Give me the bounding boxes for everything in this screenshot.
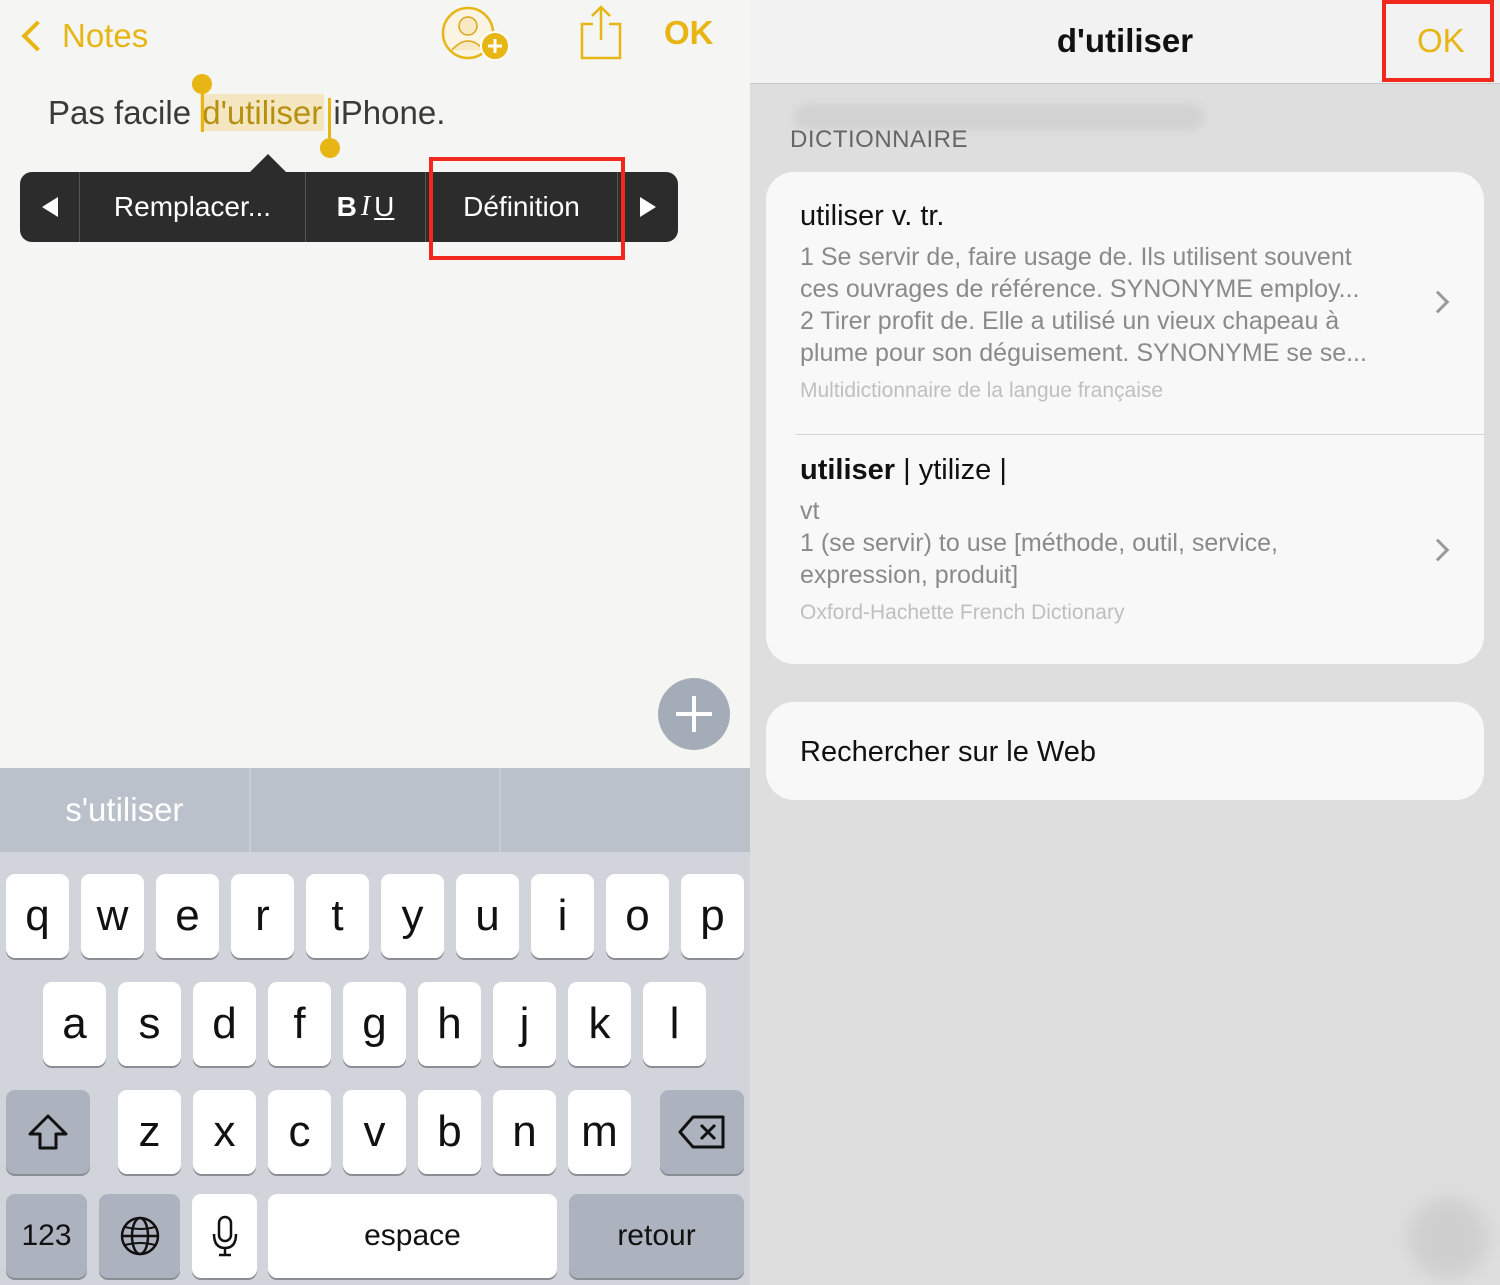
notes-pane: Notes OK Pas facile d'utiliser iPhone. R… bbox=[0, 0, 750, 1285]
key-j[interactable]: j bbox=[493, 982, 556, 1066]
dictionary-entry-fr[interactable]: utiliser v. tr. 1 Se servir de, faire us… bbox=[800, 200, 1424, 403]
return-key[interactable]: retour bbox=[569, 1194, 744, 1278]
chevron-left-icon bbox=[21, 20, 53, 52]
key-m[interactable]: m bbox=[568, 1090, 631, 1174]
entry-line: vt bbox=[800, 497, 820, 525]
underline-icon: U bbox=[374, 191, 395, 222]
dictation-key[interactable] bbox=[192, 1194, 257, 1278]
numbers-key[interactable]: 123 bbox=[6, 1194, 87, 1278]
suggestion-3[interactable] bbox=[501, 768, 750, 852]
entry-headword: utiliser v. tr. bbox=[800, 200, 945, 232]
delete-key[interactable] bbox=[660, 1090, 744, 1174]
dictionary-section-label: DICTIONNAIRE bbox=[790, 126, 969, 153]
globe-key[interactable] bbox=[99, 1194, 180, 1278]
triangle-left-icon bbox=[41, 197, 58, 217]
suggestion-2[interactable] bbox=[251, 768, 502, 852]
key-h[interactable]: h bbox=[418, 982, 481, 1066]
entry-line: 1 (se servir) to use [méthode, outil, se… bbox=[800, 529, 1278, 557]
triangle-right-icon bbox=[640, 197, 656, 217]
format-biu-button[interactable]: BIU bbox=[306, 172, 426, 242]
back-to-notes-button[interactable]: Notes bbox=[18, 12, 148, 60]
key-b[interactable]: b bbox=[418, 1090, 481, 1174]
share-icon[interactable] bbox=[578, 4, 624, 62]
key-f[interactable]: f bbox=[268, 982, 331, 1066]
web-search-card[interactable]: Rechercher sur le Web bbox=[766, 702, 1484, 800]
note-text-after: iPhone. bbox=[324, 94, 446, 131]
backspace-icon bbox=[678, 1115, 725, 1149]
key-s[interactable]: s bbox=[118, 982, 181, 1066]
entry-line: expression, produit] bbox=[800, 561, 1019, 589]
replace-button[interactable]: Remplacer... bbox=[80, 172, 306, 242]
back-label: Notes bbox=[62, 17, 149, 54]
key-z[interactable]: z bbox=[118, 1090, 181, 1174]
ok-highlight-box bbox=[1382, 0, 1494, 82]
menu-next-button[interactable] bbox=[618, 172, 678, 242]
assistive-touch-button[interactable] bbox=[1408, 1198, 1488, 1278]
key-l[interactable]: l bbox=[643, 982, 706, 1066]
keyboard: s'utiliser q w e r t y u i o p a s d f g… bbox=[0, 768, 750, 1285]
italic-icon: I bbox=[360, 191, 371, 222]
note-text-before: Pas facile bbox=[48, 94, 201, 131]
entry-line: 2 Tirer profit de. Elle a utilisé un vie… bbox=[800, 307, 1340, 335]
entry-line: 1 Se servir de, faire usage de. Ils util… bbox=[800, 243, 1352, 271]
entry-headword: utiliser | ytilize | bbox=[800, 454, 1424, 487]
web-search-label: Rechercher sur le Web bbox=[800, 736, 1097, 768]
key-v[interactable]: v bbox=[343, 1090, 406, 1174]
key-p[interactable]: p bbox=[681, 874, 744, 958]
entry-headword-bold: utiliser bbox=[800, 454, 896, 486]
selection-end-handle[interactable] bbox=[320, 138, 340, 158]
key-a[interactable]: a bbox=[43, 982, 106, 1066]
bold-icon: B bbox=[336, 191, 357, 222]
key-q[interactable]: q bbox=[6, 874, 69, 958]
note-text[interactable]: Pas facile d'utiliser iPhone. bbox=[48, 94, 445, 132]
space-key[interactable]: espace bbox=[268, 1194, 557, 1278]
entry-line: plume pour son déguisement. SYNONYME se … bbox=[800, 339, 1367, 367]
key-e[interactable]: e bbox=[156, 874, 219, 958]
key-y[interactable]: y bbox=[381, 874, 444, 958]
selection-start-handle[interactable] bbox=[192, 74, 212, 94]
selection-start-caret bbox=[201, 92, 204, 132]
note-editor[interactable]: Notes OK Pas facile d'utiliser iPhone. R… bbox=[0, 0, 750, 768]
add-people-icon[interactable] bbox=[440, 6, 512, 64]
suggestion-bar: s'utiliser bbox=[0, 768, 750, 852]
key-w[interactable]: w bbox=[81, 874, 144, 958]
key-r[interactable]: r bbox=[231, 874, 294, 958]
chevron-right-icon[interactable] bbox=[1426, 538, 1450, 562]
shift-icon bbox=[28, 1114, 68, 1150]
suggestion-1[interactable]: s'utiliser bbox=[0, 768, 251, 852]
shift-key[interactable] bbox=[6, 1090, 90, 1174]
definition-highlight-box bbox=[429, 157, 625, 260]
edit-menu-pointer bbox=[250, 154, 286, 172]
plus-icon[interactable] bbox=[658, 678, 730, 750]
done-button[interactable]: OK bbox=[664, 14, 714, 52]
key-g[interactable]: g bbox=[343, 982, 406, 1066]
key-c[interactable]: c bbox=[268, 1090, 331, 1174]
key-u[interactable]: u bbox=[456, 874, 519, 958]
key-t[interactable]: t bbox=[306, 874, 369, 958]
menu-prev-button[interactable] bbox=[20, 172, 80, 242]
entry-source: Multidictionnaire de la langue française bbox=[800, 379, 1164, 402]
entry-pronunciation: | ytilize | bbox=[895, 454, 1007, 486]
key-d[interactable]: d bbox=[193, 982, 256, 1066]
key-i[interactable]: i bbox=[531, 874, 594, 958]
selected-word[interactable]: d'utiliser bbox=[200, 94, 325, 131]
chevron-right-icon[interactable] bbox=[1426, 290, 1450, 314]
definition-pane: d'utiliser OK DICTIONNAIRE utiliser v. t… bbox=[750, 0, 1500, 1285]
microphone-icon bbox=[212, 1215, 237, 1257]
entry-source: Oxford-Hachette French Dictionary bbox=[800, 601, 1125, 624]
selection-end-caret bbox=[328, 98, 331, 138]
dictionary-card: utiliser v. tr. 1 Se servir de, faire us… bbox=[766, 172, 1484, 664]
dictionary-entry-en[interactable]: utiliser | ytilize | vt 1 (se servir) to… bbox=[800, 454, 1424, 625]
key-n[interactable]: n bbox=[493, 1090, 556, 1174]
key-o[interactable]: o bbox=[606, 874, 669, 958]
globe-icon bbox=[120, 1216, 159, 1256]
entry-line: ces ouvrages de référence. SYNONYME empl… bbox=[800, 275, 1360, 303]
key-k[interactable]: k bbox=[568, 982, 631, 1066]
key-x[interactable]: x bbox=[193, 1090, 256, 1174]
entry-divider bbox=[796, 434, 1484, 435]
